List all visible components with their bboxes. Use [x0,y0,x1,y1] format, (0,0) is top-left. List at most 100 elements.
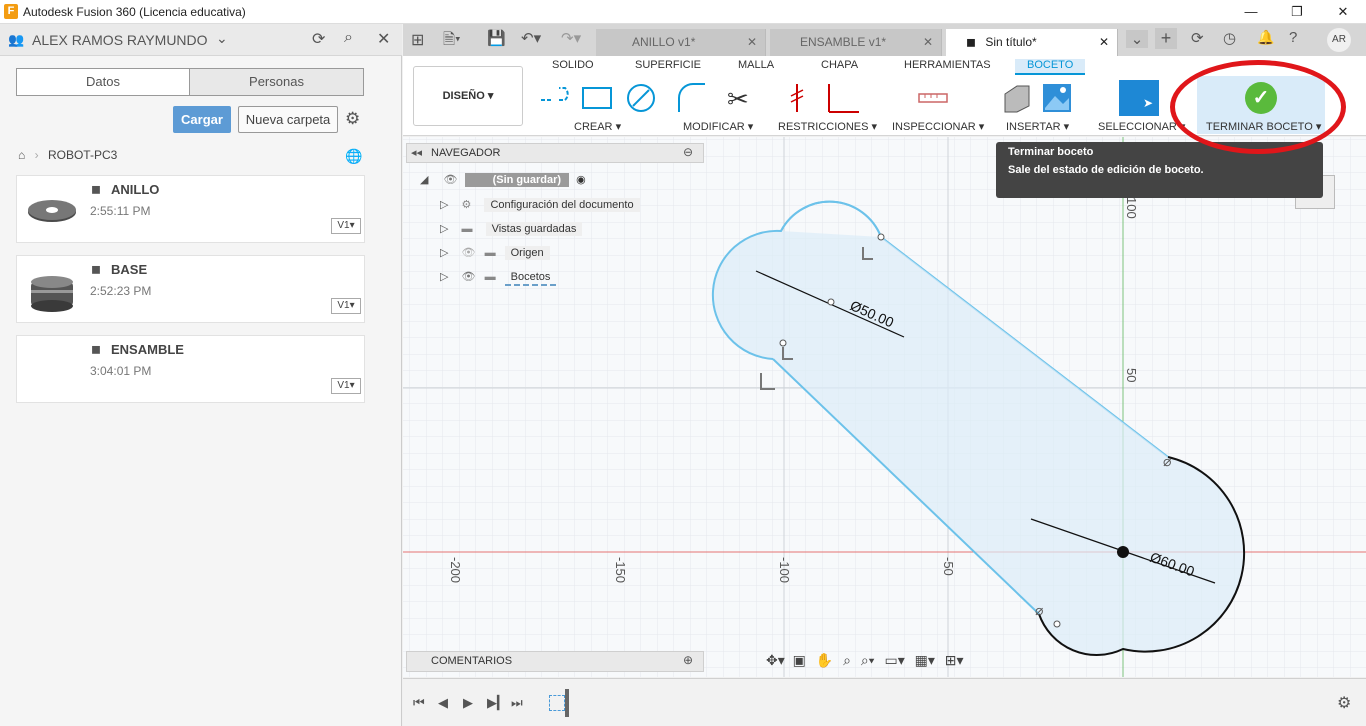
close-icon[interactable]: ✕ [747,29,757,56]
navigation-bar: ✥▾ ▣ ✋ ⌕ ⌕▾ ▭▾ ▦▾ ⊞▾ [766,652,1002,672]
grid-menu-icon[interactable]: ⊞ [411,30,424,50]
chevron-down-icon[interactable]: ⌄ [1126,30,1148,48]
close-icon[interactable]: ✕ [1099,29,1109,56]
search-icon[interactable]: ⌕ [344,29,353,47]
group-modificar[interactable]: MODIFICAR ▾ [683,120,753,133]
fit-icon[interactable]: ⌕▾ [861,652,875,668]
file-card[interactable]: ◼ ANILLO 2:55:11 PM V1▾ [16,175,365,243]
select-icon[interactable]: ➤ [1119,80,1159,116]
previous-step-icon[interactable]: ◀ [438,695,448,711]
file-time: 2:52:23 PM [90,284,152,298]
tooltip-description: Sale del estado de edición de boceto. [1008,164,1204,176]
browser-item[interactable]: ▷ ▬ Vistas guardadas [440,222,583,236]
tab-malla[interactable]: MALLA [738,59,774,71]
tab-boceto[interactable]: BOCETO [1015,59,1086,75]
group-inspeccionar[interactable]: INSPECCIONAR ▾ [892,120,984,133]
zoom-icon[interactable]: ⌕ [843,652,851,668]
constraint-icons[interactable] [787,82,867,114]
orbit-icon[interactable]: ✥▾ [766,652,785,668]
tab-solido[interactable]: SOLIDO [552,59,594,71]
group-seleccionar[interactable]: SELECCIONAR ▾ [1098,120,1185,133]
version-select[interactable]: V1▾ [331,378,361,394]
version-select[interactable]: V1▾ [331,298,361,314]
data-panel: 👥 ALEX RAMOS RAYMUNDO ⌄ ⟳ ⌕ ✕ Datos Pers… [0,24,402,726]
redo-icon[interactable]: ↷▾ [561,29,581,47]
close-icon[interactable]: ✕ [377,29,390,49]
tab-personas[interactable]: Personas [189,68,364,96]
save-icon[interactable]: 💾 [487,29,506,47]
minimize-button[interactable]: — [1228,0,1274,24]
workspace-switcher[interactable]: DISEÑO ▾ [413,66,523,126]
x-tick-label: -50 [941,557,956,576]
new-tab-icon[interactable]: + [1155,28,1177,49]
insert-icons[interactable] [1001,82,1075,114]
sketch-canvas[interactable]: ⌀ ⌀ Ø50.00 Ø60.00 -200 -150 -100 -50 100… [403,137,1366,677]
title-bar: F Autodesk Fusion 360 (Licencia educativ… [0,0,1366,24]
avatar[interactable]: AR [1327,28,1351,52]
display-settings-icon[interactable]: ▭▾ [884,652,904,668]
bell-icon[interactable]: 🔔 [1257,29,1274,46]
refresh-icon[interactable]: ⟳ [312,29,325,49]
globe-icon[interactable]: 🌐 [345,148,362,165]
comments-panel[interactable]: COMENTARIOS ⊕ [406,651,704,672]
group-crear[interactable]: CREAR ▾ [574,120,621,133]
timeline-marker[interactable] [565,689,569,717]
help-icon[interactable]: ? [1289,29,1297,46]
last-step-icon[interactable]: ⏭ [511,695,523,711]
close-button[interactable]: ✕ [1320,0,1366,24]
root-component: (Sin guardar) [464,173,570,187]
close-icon[interactable]: ✕ [923,29,933,56]
modify-tools-icons[interactable]: ✂ [677,82,757,114]
upload-button[interactable]: Cargar [173,106,231,133]
tab-datos[interactable]: Datos [16,68,190,96]
file-card[interactable]: ◼ BASE 2:52:23 PM V1▾ [16,255,365,323]
measure-icon[interactable] [917,86,949,110]
collapse-icon[interactable]: ◂◂ [411,146,422,159]
sync-icon[interactable]: ⟳ [1191,29,1204,47]
restore-button[interactable]: ❐ [1274,0,1320,24]
component-icon: ◼ [966,35,976,49]
gear-icon[interactable]: ⚙ [345,109,360,129]
clock-icon[interactable]: ◷ [1223,29,1236,47]
sketch-grid[interactable]: ⌀ ⌀ Ø50.00 Ø60.00 -200 -150 -100 -50 100… [403,137,1366,677]
undo-icon[interactable]: ↶▾ [521,29,541,47]
team-icon[interactable]: 👥 [8,32,24,48]
tab-superficie[interactable]: SUPERFICIE [635,59,701,71]
group-restricciones[interactable]: RESTRICCIONES ▾ [778,120,877,133]
tab-ensamble[interactable]: ENSAMBLE v1* ✕ [770,29,942,56]
tab-chapa[interactable]: CHAPA [821,59,858,71]
tab-sin-titulo[interactable]: ◼ Sin título* ✕ [946,29,1118,56]
pan-icon[interactable]: ✋ [816,652,833,668]
tab-herramientas[interactable]: HERRAMIENTAS [904,59,991,71]
sketch-feature-icon[interactable] [549,695,565,711]
look-at-icon[interactable]: ▣ [793,652,806,668]
tab-anillo[interactable]: ANILLO v1* ✕ [596,29,766,56]
user-name[interactable]: ALEX RAMOS RAYMUNDO [32,32,208,48]
group-insertar[interactable]: INSERTAR ▾ [1006,120,1069,133]
project-name[interactable]: ROBOT-PC3 [48,148,117,162]
gear-icon[interactable]: ⚙ [1337,693,1351,713]
play-icon[interactable]: ▶ [463,695,473,711]
home-icon[interactable]: ⌂ [18,148,25,162]
new-folder-button[interactable]: Nueva carpeta [238,106,338,133]
eye-icon[interactable]: 👁 [444,174,458,186]
viewports-icon[interactable]: ⊞▾ [945,652,964,668]
file-icon[interactable]: 🗎▾ [443,29,461,54]
first-step-icon[interactable]: ⏮ [413,695,425,711]
browser-item[interactable]: ▷ 👁 ▬ Origen [440,246,550,260]
version-select[interactable]: V1▾ [331,218,361,234]
browser-panel-header[interactable]: ◂◂ NAVEGADOR ⊖ [406,143,704,163]
activate-radio-icon[interactable]: ◉ [576,174,586,186]
browser-item[interactable]: ▷ 👁 ▬ Bocetos [440,270,557,286]
y-tick-label: 50 [1124,368,1139,382]
add-comment-icon[interactable]: ⊕ [683,653,693,667]
browser-item[interactable]: ▷ ⚙ Configuración del documento [440,198,640,212]
minimize-panel-icon[interactable]: ⊖ [683,145,693,159]
grid-settings-icon[interactable]: ▦▾ [915,652,935,668]
sketch-tools-icons[interactable] [539,84,659,114]
next-step-icon[interactable]: ▶▎ [487,695,507,711]
base-thumbnail [31,276,73,312]
browser-root[interactable]: ◢ 👁 (Sin guardar) ◉ [420,173,586,187]
file-card[interactable]: ◼ ENSAMBLE 3:04:01 PM V1▾ [16,335,365,403]
chevron-down-icon[interactable]: ⌄ [216,30,228,47]
